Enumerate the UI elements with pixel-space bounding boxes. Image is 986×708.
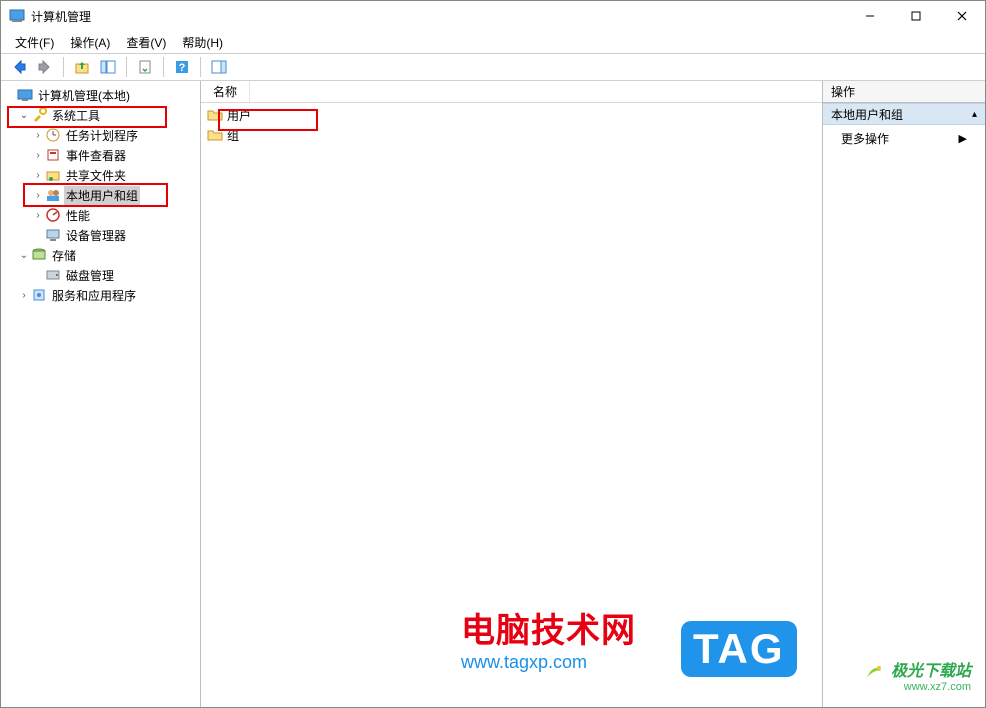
chevron-right-icon[interactable]: › — [31, 130, 45, 141]
tree-device-manager[interactable]: 设备管理器 — [3, 225, 198, 245]
tools-icon — [31, 107, 47, 123]
folder-icon — [207, 107, 223, 123]
export-list-button[interactable] — [133, 56, 157, 78]
chevron-right-icon[interactable]: › — [31, 150, 45, 161]
maximize-button[interactable] — [893, 1, 939, 31]
column-name[interactable]: 名称 — [207, 81, 250, 102]
menu-help[interactable]: 帮助(H) — [174, 32, 231, 53]
tree-shared-folders[interactable]: › 共享文件夹 — [3, 165, 198, 185]
tree-performance[interactable]: › 性能 — [3, 205, 198, 225]
list-item-label: 用户 — [227, 107, 251, 124]
folder-icon — [207, 127, 223, 143]
toolbar: ? — [1, 53, 985, 81]
chevron-right-icon: ▶ — [959, 132, 967, 145]
tree-label: 设备管理器 — [64, 226, 128, 245]
tree-disk-management[interactable]: 磁盘管理 — [3, 265, 198, 285]
svg-text:?: ? — [179, 62, 186, 74]
up-level-button[interactable] — [70, 56, 94, 78]
toolbar-separator — [126, 57, 127, 77]
chevron-right-icon[interactable]: › — [31, 170, 45, 181]
chevron-down-icon[interactable]: ⌄ — [17, 110, 31, 121]
tree-system-tools[interactable]: ⌄ 系统工具 — [3, 105, 198, 125]
list-panel: 名称 用户 组 — [201, 81, 823, 707]
tree-label: 事件查看器 — [64, 146, 128, 165]
list-item[interactable]: 组 — [201, 125, 822, 145]
tree-label: 共享文件夹 — [64, 166, 128, 185]
back-button[interactable] — [7, 56, 31, 78]
window-title: 计算机管理 — [31, 8, 847, 25]
minimize-button[interactable] — [847, 1, 893, 31]
tree-storage[interactable]: ⌄ 存储 — [3, 245, 198, 265]
tree-label: 本地用户和组 — [64, 186, 140, 205]
show-action-pane-button[interactable] — [207, 56, 231, 78]
chevron-right-icon[interactable]: › — [31, 190, 45, 201]
actions-group[interactable]: 本地用户和组 ▴ — [823, 103, 985, 125]
app-icon — [9, 8, 25, 24]
services-icon — [31, 287, 47, 303]
show-hide-tree-button[interactable] — [96, 56, 120, 78]
tree-label: 磁盘管理 — [64, 266, 116, 285]
actions-header: 操作 — [823, 81, 985, 103]
event-icon — [45, 147, 61, 163]
actions-panel: 操作 本地用户和组 ▴ 更多操作 ▶ — [823, 81, 985, 707]
device-icon — [45, 227, 61, 243]
tree-task-scheduler[interactable]: › 任务计划程序 — [3, 125, 198, 145]
menu-view[interactable]: 查看(V) — [118, 32, 174, 53]
tree-label: 存储 — [50, 246, 78, 265]
storage-icon — [31, 247, 47, 263]
tree-panel[interactable]: 计算机管理(本地) ⌄ 系统工具 › 任务计划程序 › 事件查看器 › 共享文件… — [1, 81, 201, 707]
tree-services-apps[interactable]: › 服务和应用程序 — [3, 285, 198, 305]
list-item-label: 组 — [227, 127, 239, 144]
menu-bar: 文件(F) 操作(A) 查看(V) 帮助(H) — [1, 31, 985, 53]
users-icon — [45, 187, 61, 203]
chevron-down-icon[interactable]: ⌄ — [17, 250, 31, 261]
clock-icon — [45, 127, 61, 143]
performance-icon — [45, 207, 61, 223]
forward-button[interactable] — [33, 56, 57, 78]
close-button[interactable] — [939, 1, 985, 31]
tree-label: 服务和应用程序 — [50, 286, 138, 305]
window-controls — [847, 1, 985, 31]
tree-label: 系统工具 — [50, 106, 102, 125]
toolbar-separator — [63, 57, 64, 77]
more-actions-label: 更多操作 — [841, 130, 889, 147]
actions-group-label: 本地用户和组 — [831, 106, 903, 123]
menu-action[interactable]: 操作(A) — [62, 32, 118, 53]
toolbar-separator — [163, 57, 164, 77]
main-area: 计算机管理(本地) ⌄ 系统工具 › 任务计划程序 › 事件查看器 › 共享文件… — [1, 81, 985, 707]
menu-file[interactable]: 文件(F) — [7, 32, 62, 53]
tree-label: 任务计划程序 — [64, 126, 140, 145]
disk-icon — [45, 267, 61, 283]
more-actions[interactable]: 更多操作 ▶ — [823, 125, 985, 151]
list-item[interactable]: 用户 — [201, 105, 822, 125]
shared-folder-icon — [45, 167, 61, 183]
computer-icon — [17, 87, 33, 103]
collapse-icon[interactable]: ▴ — [972, 109, 977, 120]
tree-label: 性能 — [64, 206, 92, 225]
tree-label: 计算机管理(本地) — [36, 86, 132, 105]
tree-root[interactable]: 计算机管理(本地) — [3, 85, 198, 105]
chevron-right-icon[interactable]: › — [17, 290, 31, 301]
chevron-right-icon[interactable]: › — [31, 210, 45, 221]
tree-local-users-groups[interactable]: › 本地用户和组 — [3, 185, 198, 205]
help-button[interactable]: ? — [170, 56, 194, 78]
title-bar: 计算机管理 — [1, 1, 985, 31]
list-header[interactable]: 名称 — [201, 81, 822, 103]
list-body[interactable]: 用户 组 — [201, 103, 822, 707]
toolbar-separator — [200, 57, 201, 77]
tree-event-viewer[interactable]: › 事件查看器 — [3, 145, 198, 165]
